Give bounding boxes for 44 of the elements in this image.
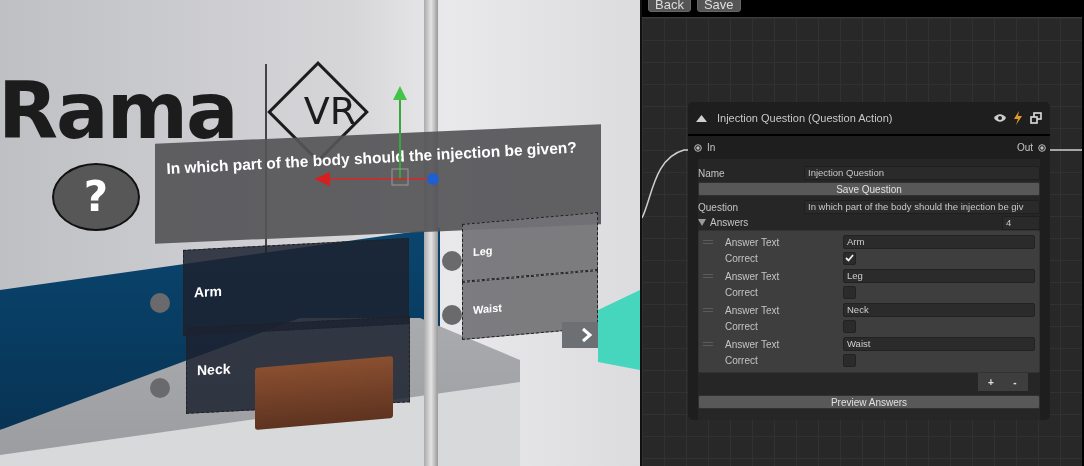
answer-radio-icon (442, 251, 462, 271)
answer-text-field[interactable]: Neck (843, 303, 1035, 317)
answer-text-label: Answer Text (725, 270, 781, 282)
correct-checkbox[interactable] (843, 319, 856, 333)
logo-badge-text: VR (302, 92, 358, 130)
correct-checkbox[interactable] (843, 285, 856, 299)
collapse-icon[interactable] (696, 114, 707, 122)
lightning-icon[interactable] (1014, 111, 1022, 125)
eye-icon[interactable] (994, 114, 1006, 122)
save-question-button[interactable]: Save Question (698, 182, 1040, 196)
chevron-icon (580, 327, 594, 343)
question-field[interactable]: In which part of the body should the injection be giv (804, 200, 1040, 214)
output-port-label: Out (1016, 142, 1033, 153)
node-title: Injection Question (Question Action) (717, 112, 894, 124)
correct-label: Correct (725, 320, 759, 332)
port-icon[interactable] (1038, 143, 1046, 152)
toolbar-button[interactable]: Back (648, 0, 691, 12)
answer-text-label: Answer Text (725, 304, 781, 316)
correct-label: Correct (725, 252, 759, 264)
port-icon[interactable] (694, 143, 702, 152)
correct-checkbox[interactable] (843, 251, 856, 265)
answer-text-field[interactable]: Leg (843, 269, 1035, 283)
correct-checkbox[interactable] (843, 353, 856, 367)
question-label: Question (698, 201, 740, 213)
answers-label[interactable]: Answers (710, 217, 749, 228)
answer-text-label: Answer Text (725, 338, 781, 350)
remove-answer-button[interactable]: - (1007, 373, 1023, 391)
answer-count-field[interactable]: 4 (1002, 215, 1040, 230)
answer-text-field[interactable]: Arm (843, 235, 1035, 249)
answer-radio-icon (442, 305, 462, 325)
windows-icon[interactable] (1030, 112, 1042, 124)
correct-label: Correct (725, 286, 759, 298)
preview-answers-button[interactable]: Preview Answers (698, 395, 1040, 409)
name-label: Name (698, 167, 726, 179)
foldout-arrow-icon[interactable] (698, 219, 706, 226)
answer-text-field[interactable]: Waist (843, 337, 1035, 351)
correct-label: Correct (725, 354, 759, 366)
answer-text-label: Answer Text (725, 236, 781, 248)
input-port-label: In (707, 142, 716, 153)
add-answer-button[interactable]: + (983, 373, 999, 391)
name-field[interactable]: Injection Question (804, 166, 1040, 180)
help-mark: ? (52, 163, 140, 231)
toolbar-button[interactable]: Save (696, 0, 741, 12)
next-button[interactable] (562, 322, 598, 348)
